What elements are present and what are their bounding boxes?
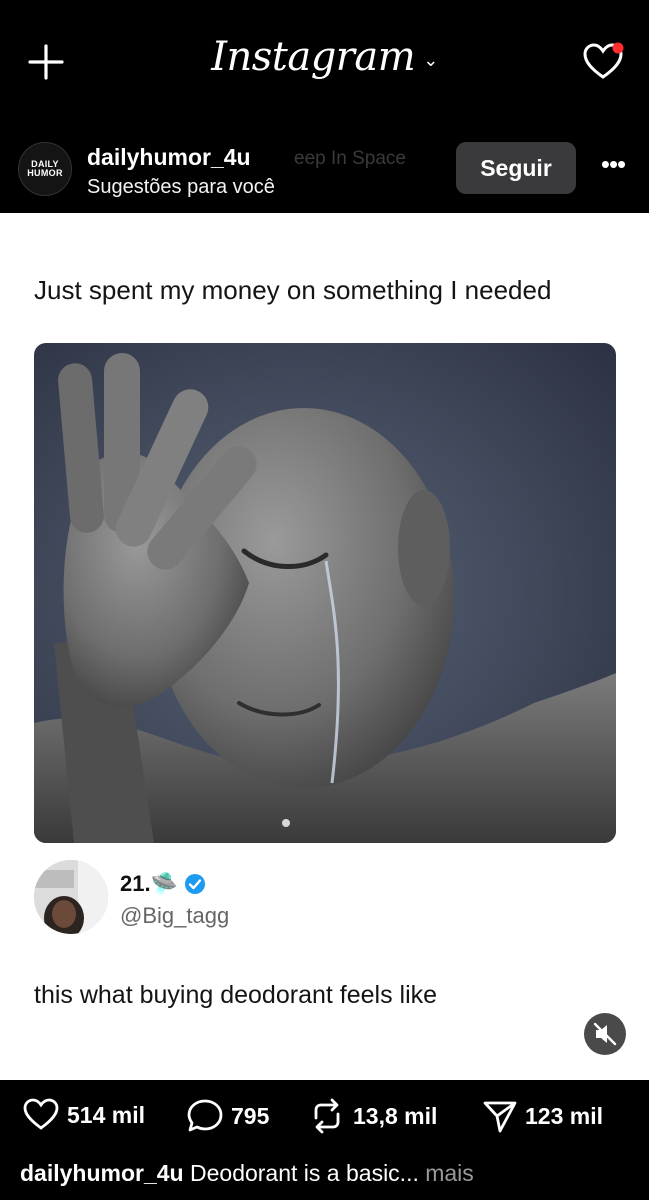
suggestion-label: Sugestões para você — [87, 176, 275, 198]
heart-notifications-icon[interactable] — [582, 42, 626, 82]
post-caption: Just spent my money on something I neede… — [34, 275, 552, 305]
chevron-down-icon: ⌄ — [423, 49, 438, 71]
comment-button[interactable]: 795 — [186, 1098, 269, 1134]
heart-icon — [23, 1098, 59, 1130]
repost-icon — [314, 1098, 340, 1134]
caption-text: Deodorant is a basic... — [183, 1160, 419, 1186]
post-author-row: DAILY HUMOR dailyhumor_4u eep In Space S… — [0, 128, 649, 213]
repost-button[interactable]: 13,8 mil — [308, 1098, 437, 1134]
more-options-icon[interactable]: ••• — [596, 151, 630, 178]
tweet-text: this what buying deodorant feels like — [34, 981, 438, 1009]
tweet-author-avatar[interactable] — [34, 860, 108, 934]
repost-count: 13,8 mil — [353, 1102, 438, 1129]
verified-badge-icon — [184, 874, 205, 894]
faded-background-text: eep In Space — [294, 148, 406, 169]
logo-line-2: HUMOR — [27, 168, 63, 178]
like-count: 514 mil — [67, 1101, 145, 1128]
follow-button[interactable]: Seguir — [456, 142, 576, 194]
tweet-author-name: 21.🛸 — [120, 871, 206, 897]
tweet-author-name-text: 21.🛸 — [120, 871, 178, 896]
post-caption-preview[interactable]: dailyhumor_4u Deodorant is a basic... ma… — [20, 1160, 474, 1187]
share-count: 123 mil — [525, 1102, 603, 1129]
comment-icon — [187, 1099, 223, 1132]
post-media[interactable]: Just spent my money on something I neede… — [0, 213, 649, 1080]
top-bar: Instagram ⌄ — [0, 0, 649, 128]
author-username[interactable]: dailyhumor_4u — [87, 144, 251, 171]
comment-count: 795 — [231, 1102, 270, 1129]
like-button[interactable]: 514 mil — [22, 1098, 145, 1132]
share-button[interactable]: 123 mil — [482, 1098, 603, 1134]
meme-image — [34, 343, 616, 843]
send-icon — [483, 1101, 517, 1133]
tweet-author-handle: @Big_tagg — [120, 903, 230, 928]
caption-username[interactable]: dailyhumor_4u — [20, 1160, 184, 1186]
avatar-daily-humor-logo[interactable]: DAILY HUMOR — [18, 142, 72, 196]
post-actions-bar: 514 mil 795 13,8 mil 123 mil dailyhumor_… — [0, 1080, 649, 1200]
mute-icon[interactable] — [584, 1013, 626, 1055]
caption-more-link[interactable]: mais — [419, 1160, 474, 1186]
notification-dot — [612, 42, 624, 54]
app-title-text: Instagram — [211, 34, 416, 80]
app-title[interactable]: Instagram ⌄ — [0, 34, 649, 80]
